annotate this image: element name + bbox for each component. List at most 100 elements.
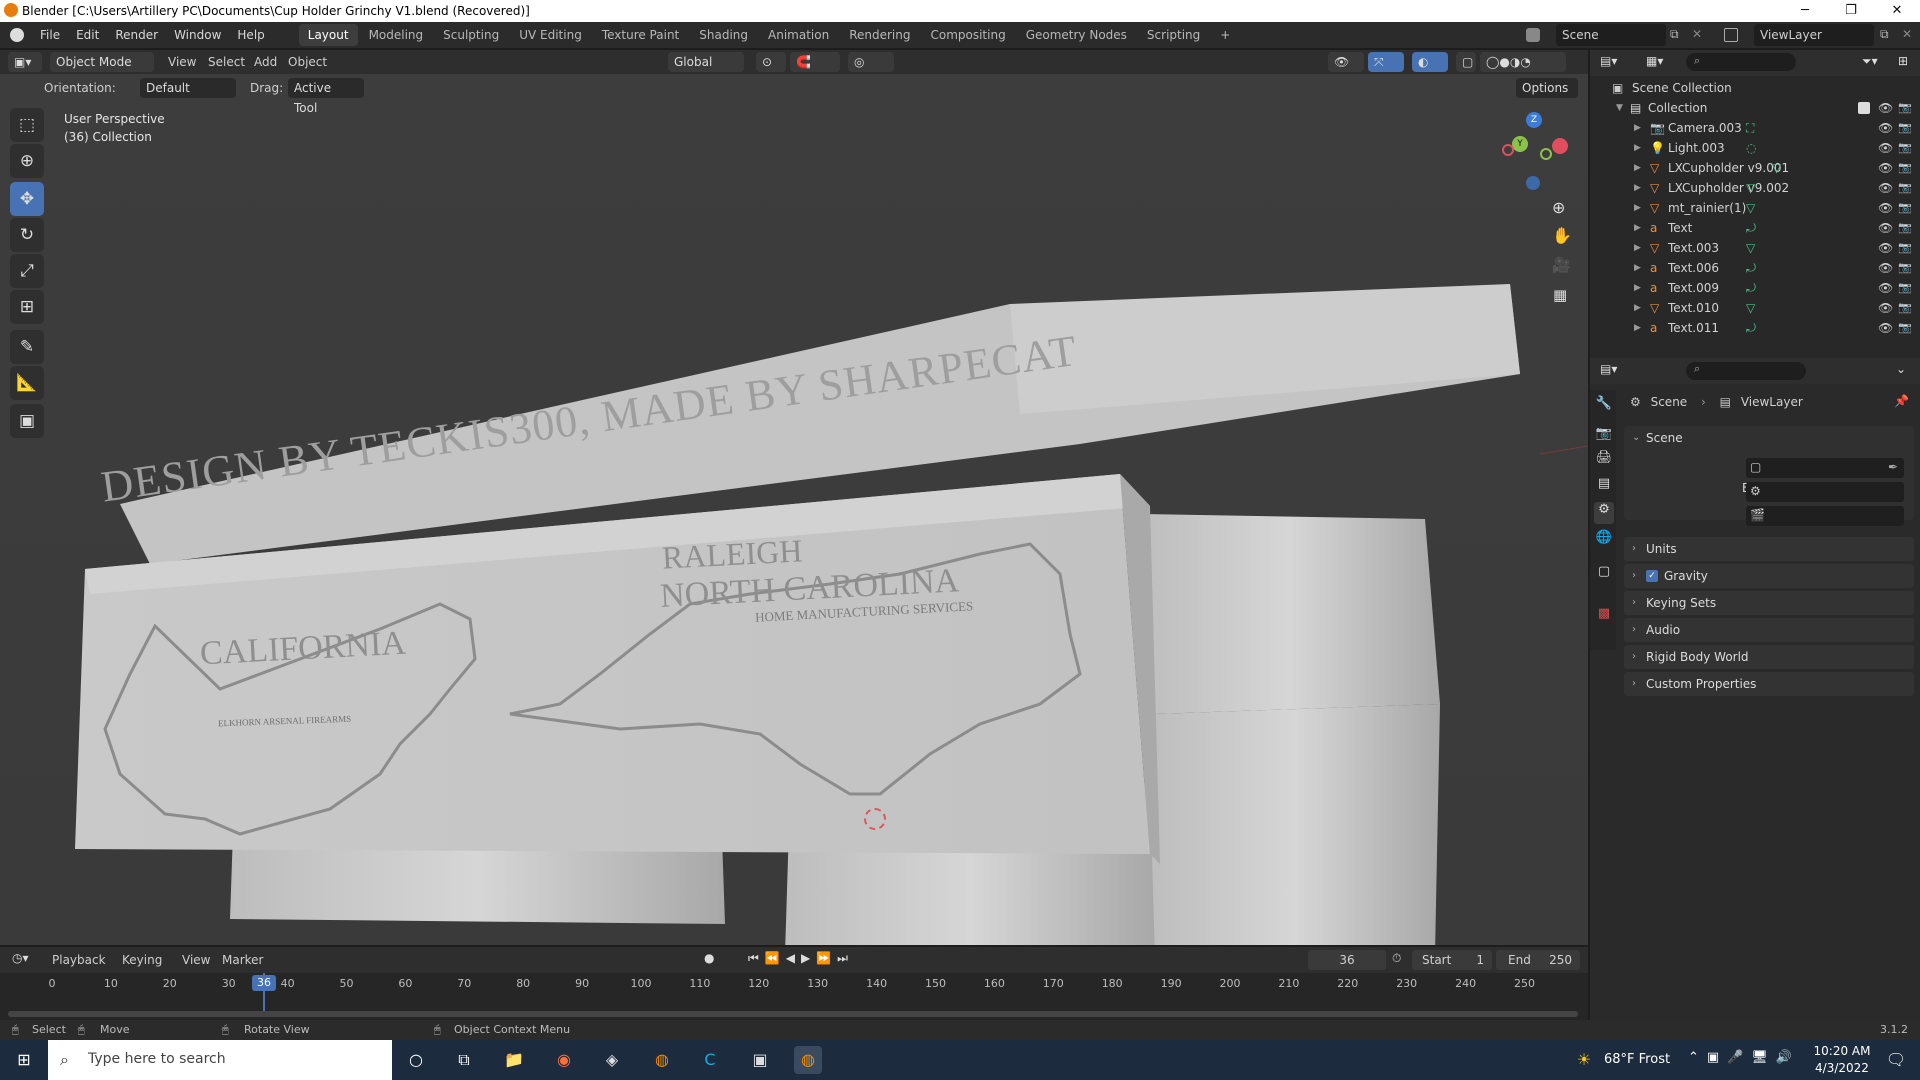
add-cube-tool-icon[interactable]: ▣ [10,404,44,438]
view-menu[interactable]: View [182,950,210,970]
properties-search-input[interactable] [1686,362,1806,380]
outliner-row[interactable]: ▶ ▽ mt_rainier(1) ▽ 👁 📷 [1590,198,1920,218]
expand-icon[interactable]: ▶ [1634,258,1641,278]
tab-compositing[interactable]: Compositing [921,24,1014,46]
scene-tab-icon[interactable]: ⚙ [1594,502,1614,524]
data-icon[interactable]: ▽ [1746,298,1755,318]
expand-icon[interactable]: ▶ [1634,118,1641,138]
tab-geometry-nodes[interactable]: Geometry Nodes [1017,24,1136,46]
new-viewlayer-icon[interactable]: ⧉ [1880,27,1889,42]
background-scene-field[interactable]: ⚙ [1746,482,1904,502]
cursor-tool-icon[interactable]: ⊕ [10,144,44,178]
tab-texture-paint[interactable]: Texture Paint [593,24,688,46]
close-button[interactable]: ✕ [1874,0,1920,22]
render-camera-icon[interactable]: 📷 [1898,278,1912,298]
menu-window[interactable]: Window [166,22,229,48]
maximize-button[interactable]: ❐ [1828,0,1874,22]
clock[interactable]: 10:20 AM 4/3/2022 [1810,1043,1874,1077]
current-frame-field[interactable]: 36 [1308,950,1386,970]
end-frame-field[interactable]: End 250 [1496,950,1580,970]
gizmo-z-axis[interactable]: Z [1526,112,1542,128]
scene-panel-title[interactable]: Scene [1646,426,1683,450]
output-tab-icon[interactable]: 🖨 [1594,450,1614,472]
render-camera-icon[interactable]: 📷 [1898,218,1912,238]
expand-icon[interactable]: ▶ [1634,198,1641,218]
panel-expand-icon[interactable]: › [1632,645,1636,669]
expand-icon[interactable]: ▶ [1634,218,1641,238]
eye-icon[interactable]: 👁 [1878,198,1893,218]
record-icon[interactable]: ● [704,951,714,965]
eye-icon[interactable]: 👁 [1878,278,1893,298]
properties-panel[interactable]: › Rigid Body World [1624,645,1914,669]
data-icon[interactable]: ⛶ [1746,118,1754,138]
menu-add[interactable]: Add [254,52,277,72]
blender-app-icon[interactable]: ◍ [648,1046,676,1074]
panel-expand-icon[interactable]: › [1632,564,1636,588]
outliner-row[interactable]: ▶ a Text.006 ⤾ 👁 📷 [1590,258,1920,278]
gizmo-toggle-icon[interactable]: ⤧ [1368,52,1404,72]
navigation-gizmo[interactable]: Z Y [1496,112,1576,192]
zoom-icon[interactable]: ⊕ [1552,198,1565,217]
tab-shading[interactable]: Shading [690,24,757,46]
eye-icon[interactable]: 👁 [1878,258,1893,278]
keying-menu[interactable]: Keying [122,950,162,970]
gravity-checkbox[interactable]: ✓ [1646,570,1658,582]
firefox-icon[interactable]: ◉ [550,1046,578,1074]
data-icon[interactable]: ⤾ [1746,218,1756,238]
transform-tool-icon[interactable]: ⊞ [10,290,44,324]
3d-cursor-icon[interactable] [864,808,886,830]
data-icon[interactable]: ▽ [1746,198,1755,218]
scale-tool-icon[interactable]: ⤢ [10,254,44,288]
display-mode-icon[interactable]: ▦▾ [1646,54,1663,68]
properties-panel[interactable]: › Audio [1624,618,1914,642]
visibility-icon[interactable]: 👁 [1328,52,1364,72]
terminal-app-icon[interactable]: ▣ [746,1046,774,1074]
menu-render[interactable]: Render [107,22,166,48]
render-camera-icon[interactable]: 📷 [1898,238,1912,258]
render-camera-icon[interactable]: 📷 [1898,198,1912,218]
eye-icon[interactable]: 👁 [1878,98,1893,118]
render-camera-icon[interactable]: 📷 [1898,118,1912,138]
panel-expand-icon[interactable]: ⌄ [1632,426,1640,450]
outliner-row[interactable]: ▶ ▽ LXCupholder v9.001 ▽ 👁 📷 [1590,158,1920,178]
add-workspace-button[interactable]: + [1211,24,1239,46]
panel-expand-icon[interactable]: › [1632,591,1636,615]
panel-expand-icon[interactable]: › [1632,618,1636,642]
eyedropper-icon[interactable]: ✒ [1888,460,1898,474]
shading-mode-icons[interactable]: ◯●◑◔ [1480,52,1566,72]
blender-menu-icon[interactable] [10,28,24,42]
panel-expand-icon[interactable]: › [1632,537,1636,561]
taskbar-search-box[interactable]: ⌕ Type here to search [48,1040,392,1080]
eye-icon[interactable]: 👁 [1878,318,1893,338]
eye-icon[interactable]: 👁 [1878,118,1893,138]
clock-icon[interactable]: ⏱ [1392,951,1401,966]
tab-rendering[interactable]: Rendering [840,24,919,46]
delete-viewlayer-icon[interactable]: ✕ [1902,27,1912,41]
proportional-editing-icon[interactable]: ◎ [848,52,894,72]
blender-active-app-icon[interactable]: ◍ [794,1046,822,1074]
ortho-grid-icon[interactable]: ▦ [1553,286,1567,304]
xray-icon[interactable]: ▢ [1456,52,1476,72]
outliner-row[interactable]: ▶ a Text.009 ⤾ 👁 📷 [1590,278,1920,298]
properties-options-icon[interactable]: ⌄ [1896,362,1906,376]
menu-help[interactable]: Help [229,22,272,48]
render-camera-icon[interactable]: 📷 [1898,298,1912,318]
editor-type-icon[interactable]: ▣▾ [8,52,42,72]
data-icon[interactable]: ▽ [1746,238,1755,258]
overlay-toggle-icon[interactable]: ◐ [1412,52,1448,72]
render-tab-icon[interactable]: 📷 [1594,426,1614,448]
file-explorer-icon[interactable]: 📁 [500,1046,528,1074]
outliner-editor-icon[interactable]: ▤▾ [1600,54,1617,68]
options-dropdown[interactable]: Options [1516,78,1578,98]
expand-icon[interactable]: ▶ [1634,238,1641,258]
outliner-row-scene-collection[interactable]: ▣ Scene Collection [1590,78,1920,98]
outliner-row[interactable]: ▶ 📷 Camera.003 ⛶ 👁 📷 [1590,118,1920,138]
tab-sculpting[interactable]: Sculpting [434,24,508,46]
viewlayer-name-field[interactable]: ViewLayer [1754,24,1874,46]
data-icon[interactable]: ⤾ [1746,258,1756,278]
properties-panel[interactable]: › Custom Properties [1624,672,1914,696]
expand-icon[interactable]: ▶ [1634,298,1641,318]
render-camera-icon[interactable]: 📷 [1898,98,1912,118]
cura-app-icon[interactable]: C [696,1046,724,1074]
gizmo-y-axis[interactable]: Y [1512,136,1528,152]
